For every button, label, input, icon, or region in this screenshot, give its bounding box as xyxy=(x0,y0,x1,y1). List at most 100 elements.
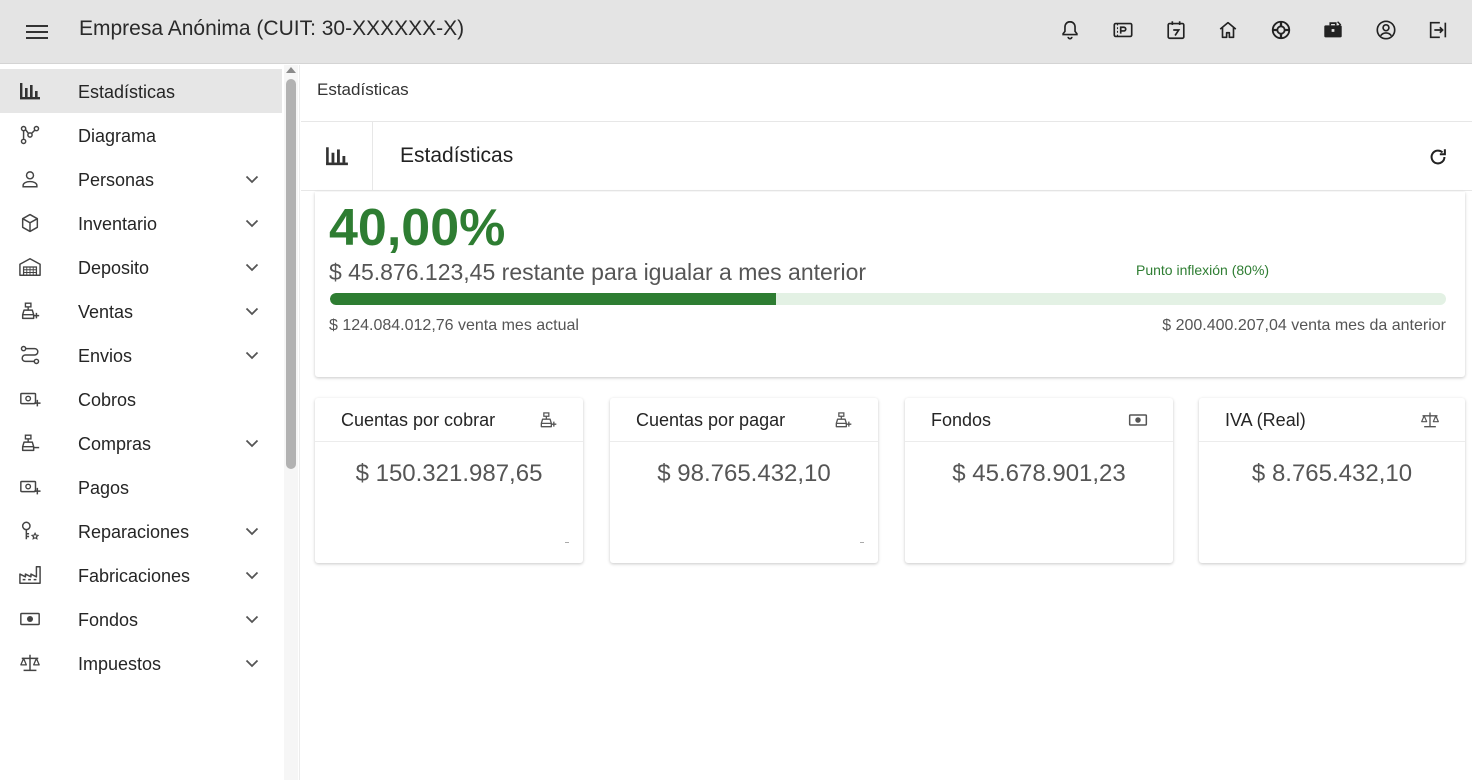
scale-icon xyxy=(1419,409,1441,431)
chevron-down-icon xyxy=(242,521,262,541)
person-icon xyxy=(17,167,43,191)
sidebar-item-label: Deposito xyxy=(78,258,150,278)
kpi-value: $ 8.765.432,10 xyxy=(1251,460,1413,487)
refresh-icon xyxy=(1430,149,1446,165)
warehouse-icon xyxy=(17,255,43,279)
register-icon xyxy=(832,409,854,431)
kpi-card-header: Cuentas por pagar xyxy=(610,398,878,442)
kpi-title: IVA (Real) xyxy=(1225,410,1306,430)
sales-progress-fill xyxy=(330,293,777,305)
chevron-down-icon xyxy=(242,345,262,365)
panel-title: Estadísticas xyxy=(400,144,514,167)
chevron-down-icon xyxy=(242,257,262,277)
sidebar-scroll-thumb[interactable] xyxy=(286,79,296,469)
business-button[interactable] xyxy=(1318,15,1348,45)
sidebar-item-inventario[interactable]: Inventario xyxy=(0,201,282,245)
sidebar-item-personas[interactable]: Personas xyxy=(0,157,282,201)
kpi-title: Cuentas por cobrar xyxy=(341,410,496,430)
chevron-down-icon xyxy=(242,213,262,233)
sidebar-item-label: Ventas xyxy=(78,302,134,322)
sidebar-item-pagos[interactable]: Pagos xyxy=(0,465,282,509)
route-icon xyxy=(17,343,43,367)
sidebar-item-deposito[interactable]: Deposito xyxy=(0,245,282,289)
kpi-card-header: Fondos xyxy=(905,398,1173,442)
sidebar-item-estadisticas[interactable]: Estadísticas xyxy=(0,69,282,113)
sales-progress-card: 40,00% $ 45.876.123,45 restante para igu… xyxy=(315,192,1465,377)
logout-button[interactable] xyxy=(1423,15,1453,45)
home-icon xyxy=(1219,21,1237,39)
box-icon xyxy=(17,211,43,235)
kpi-card-funds[interactable]: Fondos $ 45.678.901,23 xyxy=(905,398,1173,563)
menu-button[interactable] xyxy=(22,17,52,47)
kpi-footer-mark xyxy=(565,542,569,543)
kpi-value: $ 45.678.901,23 xyxy=(952,460,1126,487)
sidebar-item-label: Compras xyxy=(78,434,152,454)
sidebar-item-label: Fondos xyxy=(78,610,139,630)
bar-chart-icon xyxy=(17,79,43,103)
sidebar-item-label: Fabricaciones xyxy=(78,566,191,586)
kpi-value: $ 98.765.432,10 xyxy=(657,460,831,487)
current-month-sales: $ 124.084.012,76 venta mes actual xyxy=(329,317,579,334)
kpi-card-iva[interactable]: IVA (Real) $ 8.765.432,10 xyxy=(1199,398,1465,563)
scroll-up-arrow-icon[interactable] xyxy=(286,67,296,73)
sidebar-item-impuestos[interactable]: Impuestos xyxy=(0,641,282,685)
chevron-down-icon xyxy=(242,301,262,321)
menu-icon xyxy=(26,25,48,39)
sidebar-item-envios[interactable]: Envios xyxy=(0,333,282,377)
logout-icon xyxy=(1429,21,1447,39)
sidebar-item-label: Estadísticas xyxy=(78,82,176,102)
sidebar-item-label: Inventario xyxy=(78,214,158,234)
money-icon xyxy=(17,607,43,631)
kpi-card-header: IVA (Real) xyxy=(1199,398,1465,442)
sidebar-item-ventas[interactable]: Ventas xyxy=(0,289,282,333)
home-button[interactable] xyxy=(1213,15,1243,45)
chevron-down-icon xyxy=(242,169,262,189)
chevron-down-icon xyxy=(242,433,262,453)
ticket-icon xyxy=(1113,22,1133,38)
chevron-down-icon xyxy=(242,653,262,673)
cash-in-icon xyxy=(17,387,43,411)
support-icon xyxy=(1271,20,1291,40)
kpi-title: Fondos xyxy=(931,410,992,430)
chevron-down-icon xyxy=(242,565,262,585)
sidebar-item-label: Envios xyxy=(78,346,133,366)
sales-progress-bar xyxy=(330,293,1446,305)
sidebar-item-label: Diagrama xyxy=(78,126,157,146)
sidebar-item-diagrama[interactable]: Diagrama xyxy=(0,113,282,157)
sidebar-item-fondos[interactable]: Fondos xyxy=(0,597,282,641)
notifications-button[interactable] xyxy=(1055,15,1085,45)
company-title: Empresa Anónima (CUIT: 30-XXXXXX-X) xyxy=(79,17,465,40)
bell-icon xyxy=(1062,20,1078,40)
calendar-button[interactable] xyxy=(1161,15,1191,45)
inflexion-point-label: Punto inflexión (80%) xyxy=(1136,262,1270,278)
cash-out-icon xyxy=(17,475,43,499)
panel-header: Estadísticas xyxy=(301,121,1472,191)
briefcase-icon xyxy=(1324,21,1342,38)
panel-icon-box xyxy=(301,122,373,190)
diagram-icon xyxy=(17,123,43,147)
bar-chart-icon xyxy=(325,147,348,166)
sidebar-item-label: Pagos xyxy=(78,478,130,498)
sidebar-item-compras[interactable]: Compras xyxy=(0,421,282,465)
sidebar-item-fabricaciones[interactable]: Fabricaciones xyxy=(0,553,282,597)
account-button[interactable] xyxy=(1371,15,1401,45)
scale-icon xyxy=(17,651,43,675)
sidebar-item-label: Personas xyxy=(78,170,155,190)
money-icon xyxy=(1127,409,1149,431)
kpi-card-receivables[interactable]: Cuentas por cobrar $ 150.321.987,65 xyxy=(315,398,583,563)
support-button[interactable] xyxy=(1266,15,1296,45)
factory-icon xyxy=(17,563,43,587)
sidebar-item-label: Impuestos xyxy=(78,654,162,674)
breadcrumb: Estadísticas xyxy=(317,80,409,99)
progress-percent: 40,00% xyxy=(329,199,506,257)
tickets-button[interactable] xyxy=(1108,15,1138,45)
previous-month-sales: $ 200.400.207,04 venta mes da anterior xyxy=(1162,317,1446,334)
kpi-footer-mark xyxy=(860,542,864,543)
kpi-card-payables[interactable]: Cuentas por pagar $ 98.765.432,10 xyxy=(610,398,878,563)
sidebar-item-cobros[interactable]: Cobros xyxy=(0,377,282,421)
sidebar-item-label: Cobros xyxy=(78,390,137,410)
register-icon xyxy=(17,299,43,323)
refresh-button[interactable] xyxy=(1423,142,1453,172)
sidebar-item-reparaciones[interactable]: Reparaciones xyxy=(0,509,282,553)
chevron-down-icon xyxy=(242,609,262,629)
